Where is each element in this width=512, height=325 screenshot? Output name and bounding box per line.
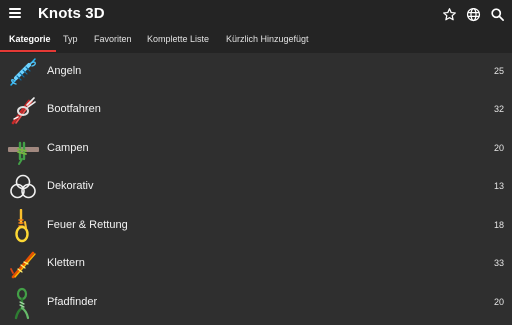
list-item[interactable]: Feuer & Rettung 18 <box>0 207 512 245</box>
category-label: Campen <box>47 142 89 154</box>
tab-favoriten[interactable]: Favoriten <box>94 34 132 44</box>
tab-kuerzlich-hinzugefuegt[interactable]: Kürzlich Hinzugefügt <box>226 34 309 44</box>
category-count: 20 <box>493 143 504 153</box>
scout-knot-icon <box>7 286 39 320</box>
category-label: Feuer & Rettung <box>47 219 128 231</box>
search-icon[interactable] <box>488 5 506 23</box>
camping-knot-icon <box>7 132 39 166</box>
category-count: 18 <box>493 220 504 230</box>
category-label: Pfadfinder <box>47 296 98 308</box>
category-count: 25 <box>493 66 504 76</box>
category-label: Dekorativ <box>47 180 94 192</box>
app-bar: Knots 3D <box>0 0 512 28</box>
decorative-knot-icon <box>7 170 39 204</box>
globe-icon[interactable] <box>464 5 482 23</box>
list-item[interactable]: Bootfahren 32 <box>0 91 512 129</box>
menu-icon[interactable] <box>8 6 22 20</box>
category-count: 20 <box>493 297 504 307</box>
list-item[interactable]: Pfadfinder 20 <box>0 284 512 322</box>
list-item[interactable]: Dekorativ 13 <box>0 168 512 206</box>
app-title: Knots 3D <box>38 5 105 22</box>
climbing-knot-icon <box>7 247 39 281</box>
category-label: Klettern <box>47 257 85 269</box>
category-count: 32 <box>493 104 504 114</box>
list-item[interactable]: Angeln 25 <box>0 53 512 91</box>
category-label: Angeln <box>47 65 82 77</box>
tab-bar: Kategorie Typ Favoriten Komplette Liste … <box>0 28 512 53</box>
list-item[interactable]: Campen 20 <box>0 130 512 168</box>
tab-komplette-liste[interactable]: Komplette Liste <box>147 34 209 44</box>
list-item[interactable]: Klettern 33 <box>0 245 512 283</box>
tab-typ[interactable]: Typ <box>63 34 78 44</box>
category-count: 13 <box>493 181 504 191</box>
rescue-knot-icon <box>7 208 39 243</box>
star-icon[interactable] <box>440 5 458 23</box>
tab-kategorie[interactable]: Kategorie <box>9 34 51 44</box>
fishing-knot-icon <box>7 55 39 89</box>
boating-knot-icon <box>7 93 39 127</box>
tab-indicator <box>0 50 56 52</box>
category-list: Angeln 25 Bootfahren 32 Campen 20 Dekora… <box>0 53 512 320</box>
category-label: Bootfahren <box>47 103 101 115</box>
category-count: 33 <box>493 258 504 268</box>
